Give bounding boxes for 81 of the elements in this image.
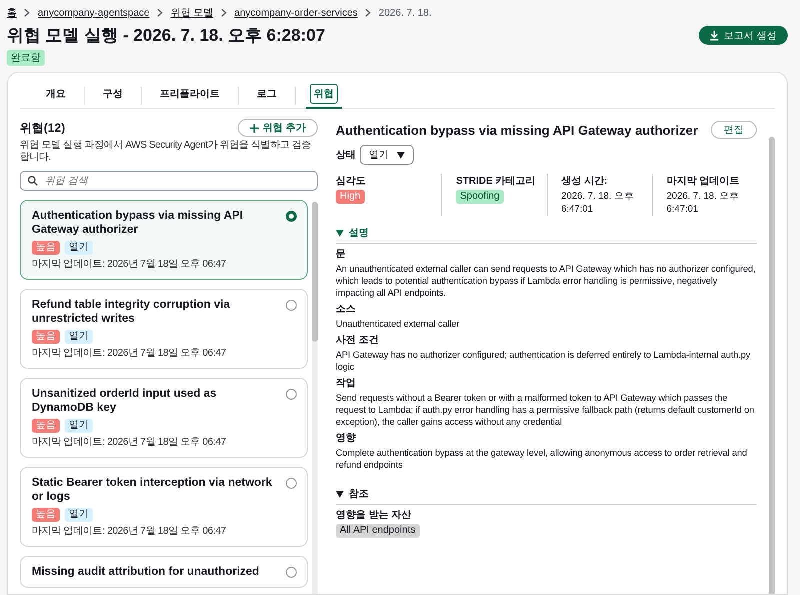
caret-icon [397, 152, 405, 158]
plus-icon [250, 124, 260, 132]
last-updated-text: 마지막 업데이트: 2026년 7월 18일 오후 06:47 [32, 526, 228, 538]
field-text: Send requests without a Bearer token or with a malformed token to API Gateway which passes the request to Lambda; if auth.py error handling has a permissive fallback path (returns default customerId on exception), the caller gains access without any credential [336, 392, 756, 428]
radio-button[interactable] [286, 389, 297, 400]
field-text: API Gateway has no authorizer configured; authentication is deferred entirely to Lambda-internal auth.py logic [336, 349, 752, 373]
tab[interactable]: 로그 [249, 82, 285, 108]
field-label: 영향 [336, 433, 357, 445]
tab[interactable]: 프리플라이트 [152, 82, 228, 108]
section-header[interactable]: 설명 [336, 226, 757, 244]
severity-tag: 높음 [32, 330, 60, 344]
scrollbar[interactable] [312, 202, 318, 594]
threat-card[interactable]: Refund table integrity corruption via unrestricted writes 높음 열기 마지막 업데이트: 2026년 7월 18일 오후 06:47 [20, 289, 308, 369]
threat-title: Unsanitized orderId input used as DynamoDB key [32, 387, 218, 415]
chevron-icon [364, 9, 372, 17]
status-tag: 열기 [65, 241, 93, 255]
threat-title: Refund table integrity corruption via unrestricted writes [32, 298, 232, 326]
add-threat-button[interactable]: 위협 추가 [238, 119, 318, 137]
chevron-icon [24, 9, 31, 17]
threat-card[interactable]: Static Bearer token interception via network or logs 높음 열기 마지막 업데이트: 2026년 7월 18일 오후 06:47 [20, 467, 308, 547]
breadcrumb-current: 2026. 7. 18. [378, 8, 432, 18]
chevron-icon [156, 9, 164, 17]
threat-card[interactable]: Unsanitized orderId input used as DynamoDB key 높음 열기 마지막 업데이트: 2026년 7월 18일 오후 06:47 [20, 378, 308, 458]
threats-description: 위협 모델 실행 과정에서 AWS Security Agent가 위협을 식별하고 검증합니다. [20, 140, 312, 164]
threat-card[interactable]: Missing audit attribution for unauthorized [20, 556, 308, 588]
page-title: 위협 모델 실행 - 2026. 7. 18. 오후 6:28:07 [7, 25, 326, 47]
threat-title: Missing audit attribution for unauthorized [32, 565, 260, 579]
radio-button[interactable] [286, 300, 297, 311]
meta-label: 마지막 업데이트 [666, 175, 740, 188]
meta-label: STRIDE 카테고리 [456, 175, 536, 188]
field-label: 작업 [336, 378, 357, 390]
severity-tag: High [336, 190, 365, 204]
breadcrumb-link[interactable]: anycompany-agentspace [38, 8, 150, 18]
status-tag: 열기 [65, 419, 93, 433]
field-label: 문 [336, 249, 347, 261]
field-text: Complete authentication bypass at the gateway level, allowing anonymous access to order retrieval and refund endpoints [336, 447, 748, 471]
field-label: 영향을 받는 자산 [336, 510, 413, 522]
meta-value: 2026. 7. 18. 오후 6:47:01 [666, 190, 741, 216]
last-updated-text: 마지막 업데이트: 2026년 7월 18일 오후 06:47 [32, 348, 228, 360]
download-icon [710, 30, 720, 40]
threat-card[interactable]: Authentication bypass via missing API Gateway authorizer 높음 열기 마지막 업데이트: 2026년 7월 18일 오후 06:47 [20, 200, 308, 280]
caret-icon [336, 230, 344, 236]
asset-tag: All API endpoints [336, 524, 420, 538]
severity-tag: 높음 [32, 419, 60, 433]
threat-title: Static Bearer token interception via network or logs [32, 476, 274, 504]
status-badge: 완료함 [7, 50, 45, 66]
category-tag: Spoofing [456, 190, 504, 204]
last-updated-text: 마지막 업데이트: 2026년 7월 18일 오후 06:47 [32, 437, 228, 449]
severity-tag: 높음 [32, 508, 60, 522]
field-label: 사전 조건 [336, 335, 380, 347]
status-tag: 열기 [65, 330, 93, 344]
generate-report-button[interactable]: 보고서 생성 [699, 26, 788, 45]
threat-title: Authentication bypass via missing API Gateway authorizer [32, 209, 244, 237]
meta-label: 심각도 [336, 175, 366, 188]
field-text: Unauthenticated external caller [336, 318, 461, 330]
threats-heading: 위협(12) [20, 120, 66, 136]
radio-button[interactable] [286, 211, 297, 222]
status-tag: 열기 [65, 508, 93, 522]
breadcrumb-link[interactable]: 위협 모델 [170, 6, 214, 20]
breadcrumb-link[interactable]: 홈 [7, 6, 17, 20]
scrollbar[interactable] [769, 137, 775, 594]
field-text: An unauthenticated external caller can send requests to API Gateway which has no authorizer configured, which leads to potential authentication bypass if Lambda error handling is permissive, negatively impacting all API endpoints. [336, 263, 757, 299]
chevron-icon [220, 9, 228, 17]
status-dropdown[interactable]: 열기 [360, 145, 414, 165]
search-icon [28, 176, 38, 186]
meta-label: 생성 시간: [562, 175, 608, 188]
search-field[interactable]: 위협 검색 [20, 171, 318, 191]
tab[interactable]: 개요 [38, 82, 74, 108]
tab[interactable]: 구성 [95, 82, 131, 108]
edit-button[interactable]: 편집 [711, 121, 757, 139]
severity-tag: 높음 [32, 241, 60, 255]
radio-button[interactable] [286, 478, 297, 489]
section-header[interactable]: 참조 [336, 487, 757, 505]
threat-detail-title: Authentication bypass via missing API Gateway authorizer [336, 122, 698, 138]
breadcrumb-link[interactable]: anycompany-order-services [234, 8, 358, 18]
radio-button[interactable] [286, 567, 297, 578]
field-label: 소스 [336, 304, 357, 316]
caret-icon [336, 490, 344, 498]
last-updated-text: 마지막 업데이트: 2026년 7월 18일 오후 06:47 [32, 259, 228, 271]
meta-value: 2026. 7. 18. 오후 6:47:01 [562, 190, 636, 216]
status-label: 상태 [336, 149, 356, 162]
